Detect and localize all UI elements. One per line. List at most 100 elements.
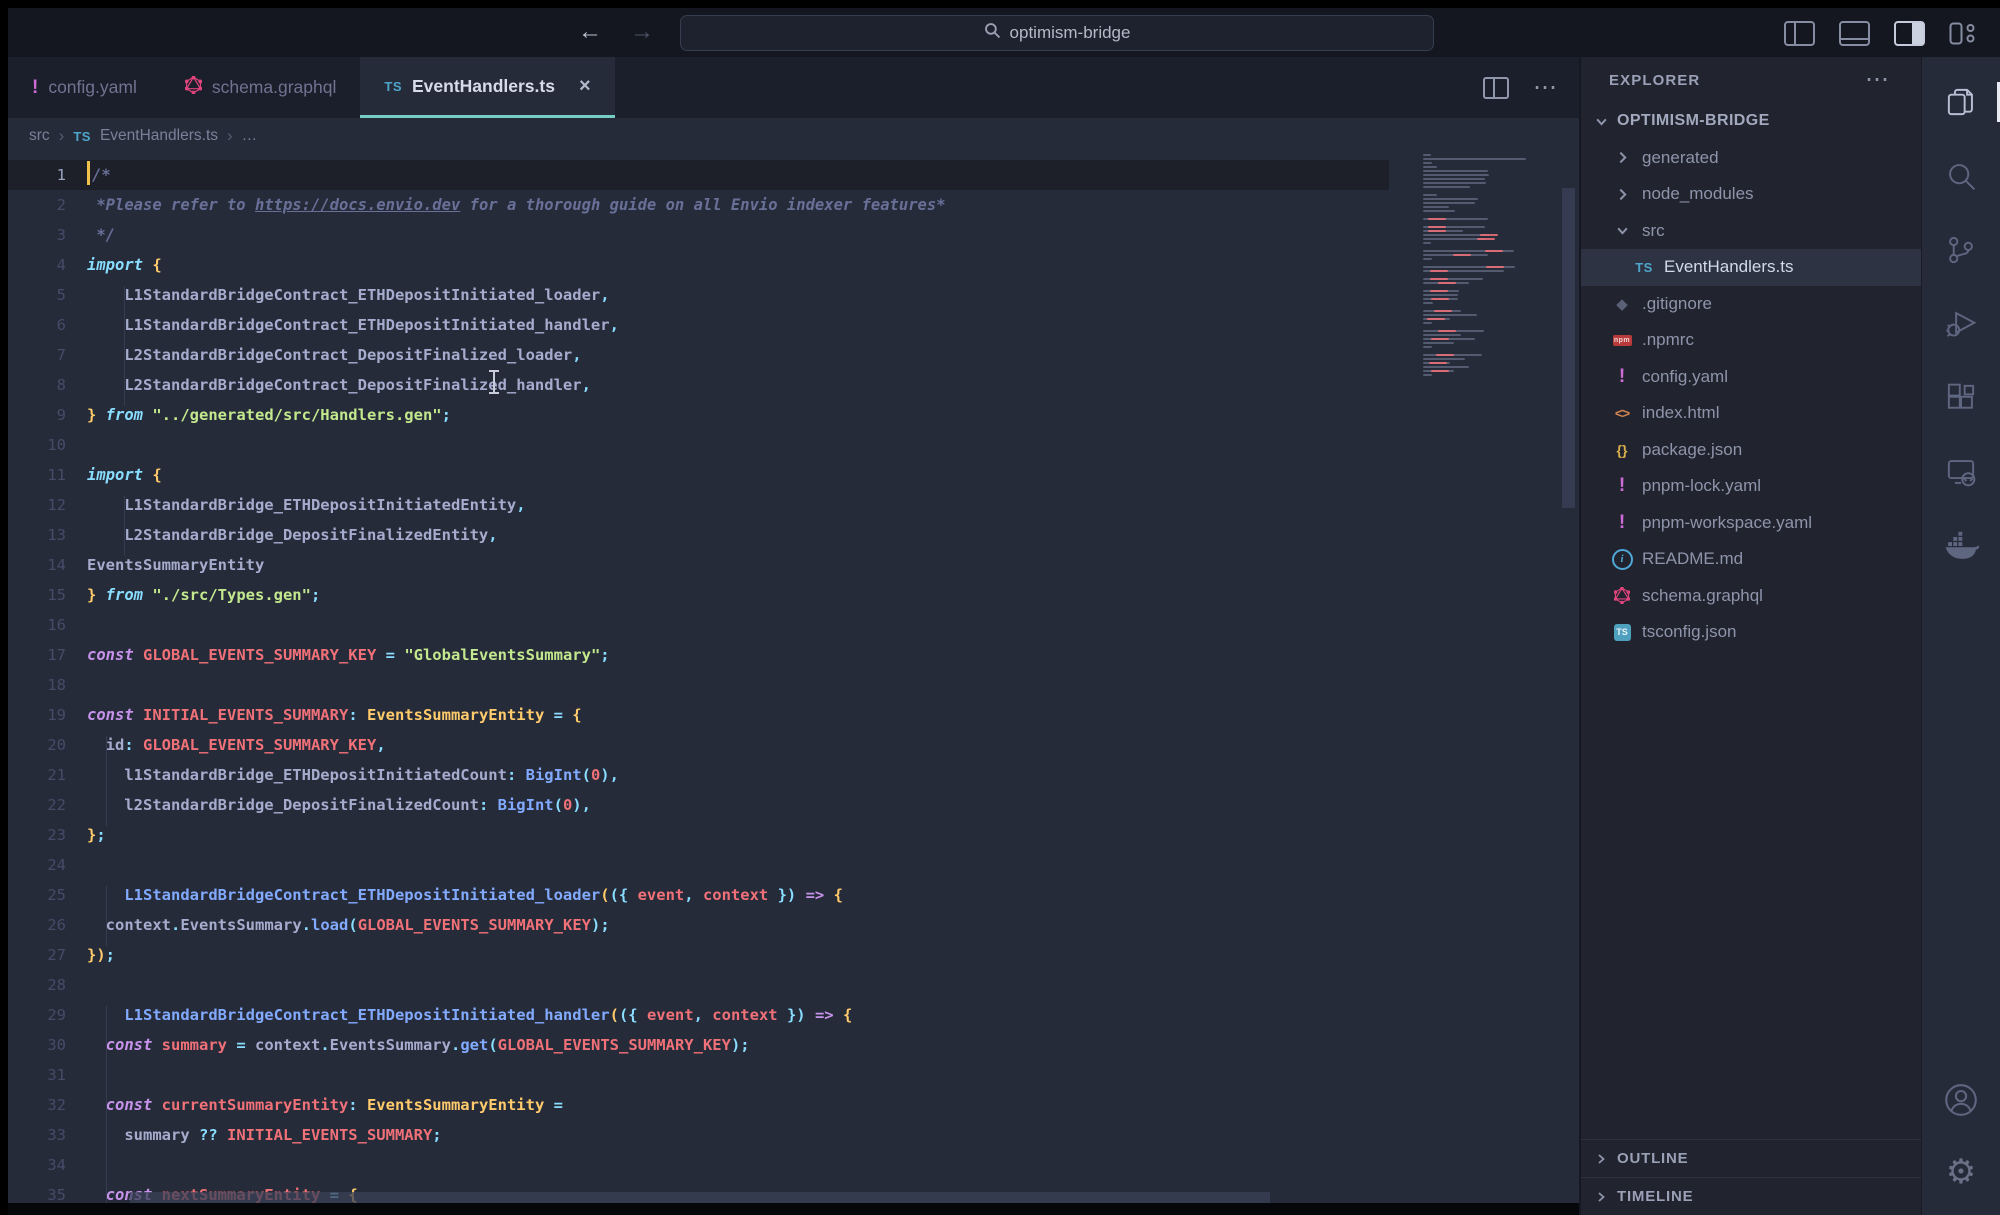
line-number: 21 — [8, 760, 66, 790]
account-icon[interactable] — [1938, 1077, 1984, 1123]
breadcrumb-symbol[interactable]: … — [242, 127, 258, 145]
code-line[interactable]: 9} from "../generated/src/Handlers.gen"; — [8, 400, 1389, 430]
settings-gear-icon[interactable]: ⚙ — [1938, 1149, 1984, 1195]
extensions-icon[interactable] — [1938, 375, 1984, 421]
code-line[interactable]: 6 L1StandardBridgeContract_ETHDepositIni… — [8, 310, 1389, 340]
docker-icon[interactable] — [1938, 523, 1984, 569]
code-text: import { — [66, 460, 162, 490]
split-editor-icon[interactable] — [1483, 77, 1509, 99]
breadcrumb-file[interactable]: EventHandlers.ts — [100, 127, 218, 145]
customize-layout-icon[interactable] — [1949, 22, 1978, 45]
code-line[interactable]: 29 L1StandardBridgeContract_ETHDepositIn… — [8, 1000, 1389, 1030]
file-label: schema.graphql — [1642, 586, 1763, 606]
toggle-secondary-sidebar-icon[interactable] — [1894, 21, 1925, 46]
code-line[interactable]: 19const INITIAL_EVENTS_SUMMARY: EventsSu… — [8, 700, 1389, 730]
line-number: 20 — [8, 730, 66, 760]
code-line[interactable]: 25 L1StandardBridgeContract_ETHDepositIn… — [8, 880, 1389, 910]
indent-guide — [106, 886, 107, 946]
tab-config-yaml[interactable]: ! config.yaml — [8, 57, 161, 118]
code-text: L1StandardBridgeContract_ETHDepositIniti… — [66, 280, 610, 310]
list-item-tsconfig-json[interactable]: TStsconfig.json — [1581, 614, 1921, 651]
list-item-eventhandlers-ts[interactable]: TSEventHandlers.ts — [1581, 249, 1921, 286]
breadcrumb[interactable]: src › TS EventHandlers.ts › … — [8, 118, 1579, 154]
code-line[interactable]: 17const GLOBAL_EVENTS_SUMMARY_KEY = "Glo… — [8, 640, 1389, 670]
line-number: 36 — [8, 1210, 66, 1215]
minimap[interactable] — [1423, 154, 1555, 378]
code-line[interactable]: 12 L1StandardBridge_ETHDepositInitiatedE… — [8, 490, 1389, 520]
list-item--gitignore[interactable]: ◆.gitignore — [1581, 286, 1921, 323]
line-number: 28 — [8, 970, 66, 1000]
code-line[interactable]: 28 — [8, 970, 1389, 1000]
list-item--npmrc[interactable]: npm.npmrc — [1581, 322, 1921, 359]
nav-forward-icon[interactable]: → — [630, 16, 654, 48]
code-line[interactable]: 36 ...currentSummaryEntity, — [8, 1210, 1389, 1215]
code-line[interactable]: 2 *Please refer to https://docs.envio.de… — [8, 190, 1389, 220]
horizontal-scrollbar[interactable] — [130, 1192, 1270, 1203]
code-line[interactable]: 14EventsSummaryEntity — [8, 550, 1389, 580]
activity-bar: ⚙ — [1921, 57, 2000, 1215]
code-line[interactable]: 23}; — [8, 820, 1389, 850]
code-line[interactable]: 1/* — [8, 160, 1389, 190]
code-line[interactable]: 33 summary ?? INITIAL_EVENTS_SUMMARY; — [8, 1120, 1389, 1150]
timeline-section[interactable]: TIMELINE — [1581, 1177, 1921, 1215]
files-icon[interactable] — [1938, 79, 1984, 125]
code-line[interactable]: 24 — [8, 850, 1389, 880]
explorer-more-icon[interactable]: ⋯ — [1865, 75, 1891, 85]
code-line[interactable]: 8 L2StandardBridgeContract_DepositFinali… — [8, 370, 1389, 400]
code-line[interactable]: 34 — [8, 1150, 1389, 1180]
code-line[interactable]: 32 const currentSummaryEntity: EventsSum… — [8, 1090, 1389, 1120]
list-item-config-yaml[interactable]: !config.yaml — [1581, 359, 1921, 396]
code-line[interactable]: 18 — [8, 670, 1389, 700]
list-item-node-modules[interactable]: node_modules — [1581, 176, 1921, 213]
remote-explorer-icon[interactable] — [1938, 449, 1984, 495]
line-number: 4 — [8, 250, 66, 280]
code-line[interactable]: 22 l2StandardBridge_DepositFinalizedCoun… — [8, 790, 1389, 820]
code-line[interactable]: 5 L1StandardBridgeContract_ETHDepositIni… — [8, 280, 1389, 310]
nav-back-icon[interactable]: ← — [578, 16, 602, 48]
list-item-generated[interactable]: generated — [1581, 140, 1921, 177]
code-line[interactable]: 26 context.EventsSummary.load(GLOBAL_EVE… — [8, 910, 1389, 940]
vertical-scrollbar[interactable] — [1562, 154, 1577, 1215]
code-line[interactable]: 30 const summary = context.EventsSummary… — [8, 1030, 1389, 1060]
source-control-icon[interactable] — [1938, 227, 1984, 273]
code-line[interactable]: 3 */ — [8, 220, 1389, 250]
code-text: import { — [66, 250, 162, 280]
code-line[interactable]: 13 L2StandardBridge_DepositFinalizedEnti… — [8, 520, 1389, 550]
line-number: 16 — [8, 610, 66, 640]
code-line[interactable]: 21 l1StandardBridge_ETHDepositInitiatedC… — [8, 760, 1389, 790]
code-line[interactable]: 27}); — [8, 940, 1389, 970]
list-item-pnpm-workspace-yaml[interactable]: !pnpm-workspace.yaml — [1581, 505, 1921, 542]
code-line[interactable]: 31 — [8, 1060, 1389, 1090]
list-item-src[interactable]: src — [1581, 213, 1921, 250]
list-item-schema-graphql[interactable]: schema.graphql — [1581, 578, 1921, 615]
tab-schema-graphql[interactable]: schema.graphql — [161, 57, 361, 118]
code-line[interactable]: 16 — [8, 610, 1389, 640]
project-root[interactable]: OPTIMISM-BRIDGE — [1581, 103, 1921, 140]
code-line[interactable]: 20 id: GLOBAL_EVENTS_SUMMARY_KEY, — [8, 730, 1389, 760]
list-item-pnpm-lock-yaml[interactable]: !pnpm-lock.yaml — [1581, 468, 1921, 505]
more-actions-icon[interactable]: ⋯ — [1533, 83, 1559, 93]
toggle-primary-sidebar-icon[interactable] — [1784, 21, 1815, 46]
code-editor[interactable]: 1/*2 *Please refer to https://docs.envio… — [8, 154, 1579, 1215]
code-line[interactable]: 15} from "./src/Types.gen"; — [8, 580, 1389, 610]
list-item-index-html[interactable]: <>index.html — [1581, 395, 1921, 432]
tab-eventhandlers-ts[interactable]: TS EventHandlers.ts × — [360, 57, 614, 118]
run-debug-icon[interactable] — [1938, 301, 1984, 347]
code-text: }; — [66, 820, 106, 850]
code-line[interactable]: 11import { — [8, 460, 1389, 490]
outline-section[interactable]: OUTLINE — [1581, 1139, 1921, 1177]
code-line[interactable]: 4import { — [8, 250, 1389, 280]
search-icon — [984, 22, 1001, 44]
toggle-panel-icon[interactable] — [1839, 21, 1870, 46]
code-line[interactable]: 10 — [8, 430, 1389, 460]
close-icon[interactable]: × — [579, 75, 591, 98]
file-label: EventHandlers.ts — [1664, 257, 1793, 277]
chevron-down-icon — [1611, 224, 1633, 237]
list-item-readme-md[interactable]: iREADME.md — [1581, 541, 1921, 578]
search-icon[interactable] — [1938, 153, 1984, 199]
code-line[interactable]: 7 L2StandardBridgeContract_DepositFinali… — [8, 340, 1389, 370]
chevron-right-icon — [1595, 1191, 1607, 1203]
list-item-package-json[interactable]: {}package.json — [1581, 432, 1921, 469]
breadcrumb-src[interactable]: src — [29, 127, 50, 145]
command-center-search[interactable]: optimism-bridge — [680, 15, 1434, 51]
